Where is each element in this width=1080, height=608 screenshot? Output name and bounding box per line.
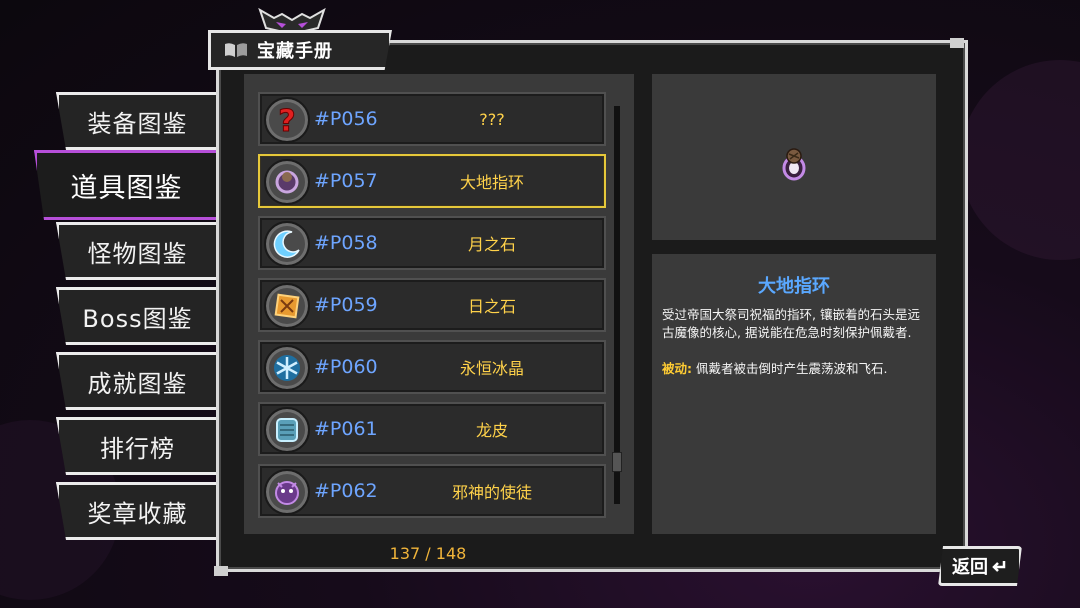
item-code: #P058 [314, 232, 378, 254]
item-detail-passive: 被动: 佩戴者被击倒时产生震荡波和飞石. [662, 360, 930, 378]
tab-label: Boss图鉴 [82, 304, 193, 333]
item-description-panel: 大地指环 受过帝国大祭司祝福的指环, 镶嵌着的石头是远古魔像的核心, 据说能在危… [652, 254, 936, 534]
item-name: 邪神的使徒 [451, 483, 532, 502]
page-title: 宝藏手册 [257, 41, 333, 62]
tab-monsters[interactable]: 怪物图鉴 [56, 222, 216, 280]
tab-boss[interactable]: Boss图鉴 [56, 287, 216, 345]
earth-ring-icon [264, 159, 310, 205]
item-detail-description: 受过帝国大祭司祝福的指环, 镶嵌着的石头是远古魔像的核心, 据说能在危急时刻保护… [662, 307, 920, 340]
tab-medals[interactable]: 奖章收藏 [56, 482, 216, 540]
return-arrow-icon [992, 561, 1006, 572]
earth-ring-icon [782, 148, 806, 181]
item-name: 龙皮 [475, 421, 508, 440]
evil-apostle-icon [264, 469, 310, 515]
background-shape [960, 60, 1080, 260]
item-code: #P062 [314, 480, 378, 502]
tab-label: 道具图鉴 [70, 172, 183, 204]
item-name: 永恒冰晶 [459, 359, 524, 378]
tab-label: 成就图鉴 [87, 369, 188, 398]
tab-label: 怪物图鉴 [87, 239, 188, 268]
panel-corner [950, 38, 964, 48]
item-name: 大地指环 [459, 173, 524, 192]
list-item[interactable]: #P062 邪神的使徒 [258, 464, 606, 518]
item-code: #P057 [314, 170, 378, 192]
dragon-skin-icon [264, 407, 310, 453]
list-item[interactable]: ? #P056 ??? [258, 92, 606, 146]
scrollbar-track[interactable] [614, 106, 620, 504]
panel-corner [214, 566, 228, 576]
passive-text: 佩戴者被击倒时产生震荡波和飞石. [692, 361, 888, 376]
item-name: 日之石 [467, 297, 516, 316]
question-mark-icon: ? [264, 97, 310, 143]
tab-achievements[interactable]: 成就图鉴 [56, 352, 216, 410]
tab-label: 装备图鉴 [87, 109, 188, 138]
tab-label: 奖章收藏 [87, 499, 188, 528]
item-code: #P060 [314, 356, 378, 378]
passive-label: 被动: [662, 361, 692, 376]
scrollbar-thumb[interactable] [612, 452, 622, 472]
tab-leaderboard[interactable]: 排行榜 [56, 417, 216, 475]
item-detail-title: 大地指环 [758, 276, 830, 297]
back-button-label: 返回 [952, 557, 988, 578]
list-item[interactable]: #P060 永恒冰晶 [258, 340, 606, 394]
item-name: 月之石 [467, 235, 516, 254]
tab-label: 排行榜 [100, 434, 175, 463]
item-counter: 137 / 148 [389, 544, 467, 563]
item-name: ??? [479, 109, 505, 129]
back-button[interactable]: 返回 [938, 546, 1022, 586]
list-item[interactable]: #P061 龙皮 [258, 402, 606, 456]
tab-items[interactable]: 道具图鉴 [34, 150, 216, 220]
svg-text:?: ? [278, 104, 295, 139]
moon-stone-icon [264, 221, 310, 267]
book-icon [225, 43, 247, 57]
sun-stone-icon [264, 283, 310, 329]
list-item[interactable]: #P059 日之石 [258, 278, 606, 332]
list-item[interactable]: #P057 大地指环 [258, 154, 606, 208]
title-plate: 宝藏手册 [208, 30, 392, 70]
tab-equipment[interactable]: 装备图鉴 [56, 92, 216, 150]
ice-crystal-icon [264, 345, 310, 391]
item-code: #P056 [314, 108, 378, 130]
list-item[interactable]: #P058 月之石 [258, 216, 606, 270]
item-preview [652, 74, 936, 240]
item-code: #P061 [314, 418, 378, 440]
item-code: #P059 [314, 294, 378, 316]
